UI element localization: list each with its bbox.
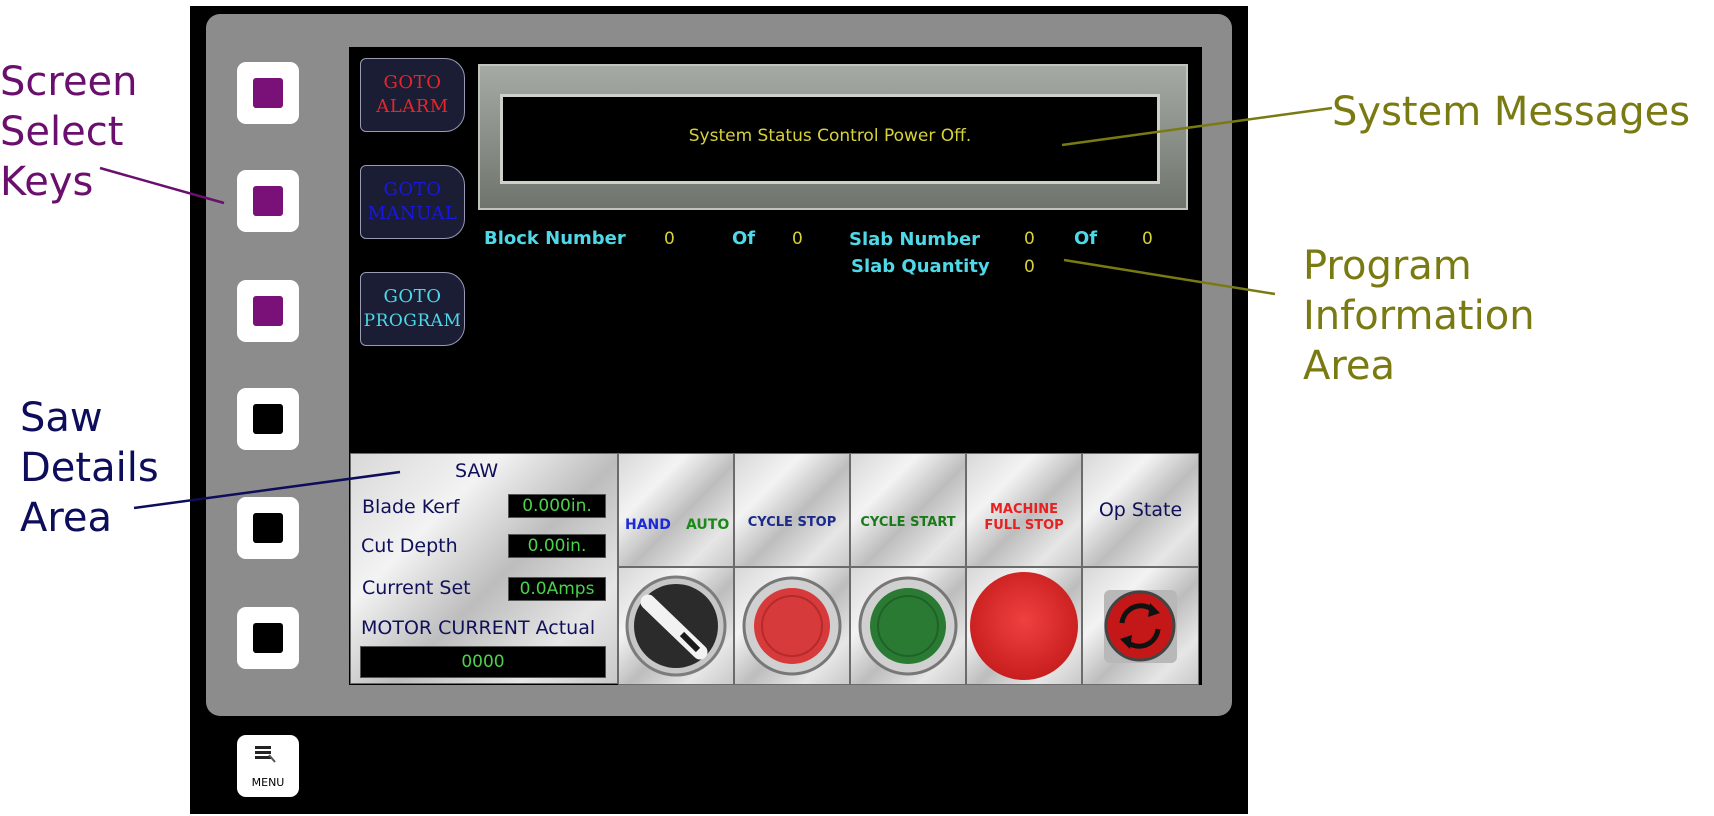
slab-number-value: 0 — [1024, 229, 1035, 249]
screen-select-line3: Keys — [0, 159, 94, 205]
system-message-text: System Status Control Power Off. — [688, 126, 972, 146]
screen-select-key-1[interactable] — [237, 62, 299, 124]
screen-select-key-6[interactable] — [237, 607, 299, 669]
op-state-label: Op State — [1098, 499, 1183, 521]
hand-label: HAND — [625, 517, 671, 533]
block-number-value: 0 — [664, 229, 675, 249]
goto-alarm-line1: GOTO — [383, 72, 442, 93]
key-square-icon — [253, 623, 283, 653]
motor-current-value: 0000 — [360, 646, 606, 678]
saw-details-line1: Saw — [20, 395, 103, 441]
hand-auto-label-cell — [618, 453, 734, 567]
motor-current-label: MOTOR CURRENT Actual — [361, 617, 596, 639]
goto-manual-button[interactable]: GOTO MANUAL — [360, 165, 465, 239]
screen-select-line2: Select — [0, 109, 124, 155]
block-number-label: Block Number — [484, 228, 626, 249]
saw-details-line3: Area — [20, 495, 113, 541]
current-set-label: Current Set — [362, 577, 471, 599]
op-state-refresh-button[interactable] — [1082, 567, 1199, 685]
cycle-start-label: CYCLE START — [860, 515, 956, 530]
machine-full-stop-button[interactable] — [966, 567, 1082, 685]
menu-label: MENU — [251, 776, 285, 789]
slab-quantity-label: Slab Quantity — [851, 256, 990, 277]
key-square-icon — [253, 404, 283, 434]
goto-program-line1: GOTO — [383, 286, 442, 307]
key-square-icon — [253, 186, 283, 216]
blade-kerf-label: Blade Kerf — [362, 496, 460, 518]
blade-kerf-value: 0.000in. — [508, 494, 606, 518]
saw-details-annotation: Saw Details Area — [20, 393, 159, 543]
cycle-start-button[interactable] — [850, 567, 966, 685]
goto-manual-line2: MANUAL — [367, 203, 458, 224]
goto-alarm-line2: ALARM — [376, 96, 449, 117]
goto-manual-line1: GOTO — [383, 179, 442, 200]
goto-program-line2: PROGRAM — [363, 311, 462, 331]
full-stop-label: FULL STOP — [984, 518, 1064, 533]
cycle-stop-label: CYCLE STOP — [747, 515, 837, 530]
current-set-value: 0.0Amps — [508, 577, 606, 601]
cut-depth-value: 0.00in. — [508, 534, 606, 558]
goto-program-button[interactable]: GOTO PROGRAM — [360, 272, 465, 346]
screen-select-key-5[interactable] — [237, 497, 299, 559]
cycle-stop-button[interactable] — [734, 567, 850, 685]
system-messages-annotation: System Messages — [1332, 89, 1691, 135]
slab-of-label: Of — [1074, 228, 1098, 249]
program-info-line2: Area — [1303, 343, 1396, 389]
machine-label: MACHINE — [989, 502, 1058, 517]
cycle-stop-label-cell — [734, 453, 850, 567]
key-square-icon — [253, 296, 283, 326]
screen-select-line1: Screen — [0, 59, 138, 105]
cycle-start-label-cell — [850, 453, 966, 567]
program-info-annotation: Program Information Area — [1303, 241, 1714, 391]
saw-details-line2: Details — [20, 445, 159, 491]
saw-title: SAW — [455, 460, 499, 482]
goto-alarm-button[interactable]: GOTO ALARM — [360, 58, 465, 132]
program-info-line1: Program Information — [1303, 243, 1535, 339]
slab-quantity-value: 0 — [1024, 257, 1035, 277]
hand-auto-selector-switch[interactable] — [618, 567, 734, 685]
block-total-value: 0 — [792, 229, 803, 249]
screen-select-key-3[interactable] — [237, 280, 299, 342]
slab-total-value: 0 — [1142, 229, 1153, 249]
screen-select-annotation: Screen Select Keys — [0, 57, 138, 207]
screen-select-key-2[interactable] — [237, 170, 299, 232]
cut-depth-label: Cut Depth — [361, 535, 458, 557]
menu-list-icon — [255, 746, 276, 763]
screen-select-key-4[interactable] — [237, 388, 299, 450]
key-square-icon — [253, 513, 283, 543]
slab-number-label: Slab Number — [849, 229, 981, 250]
key-square-icon — [253, 78, 283, 108]
auto-label: AUTO — [686, 517, 730, 533]
block-of-label: Of — [732, 228, 756, 249]
menu-button[interactable]: MENU — [237, 735, 299, 797]
